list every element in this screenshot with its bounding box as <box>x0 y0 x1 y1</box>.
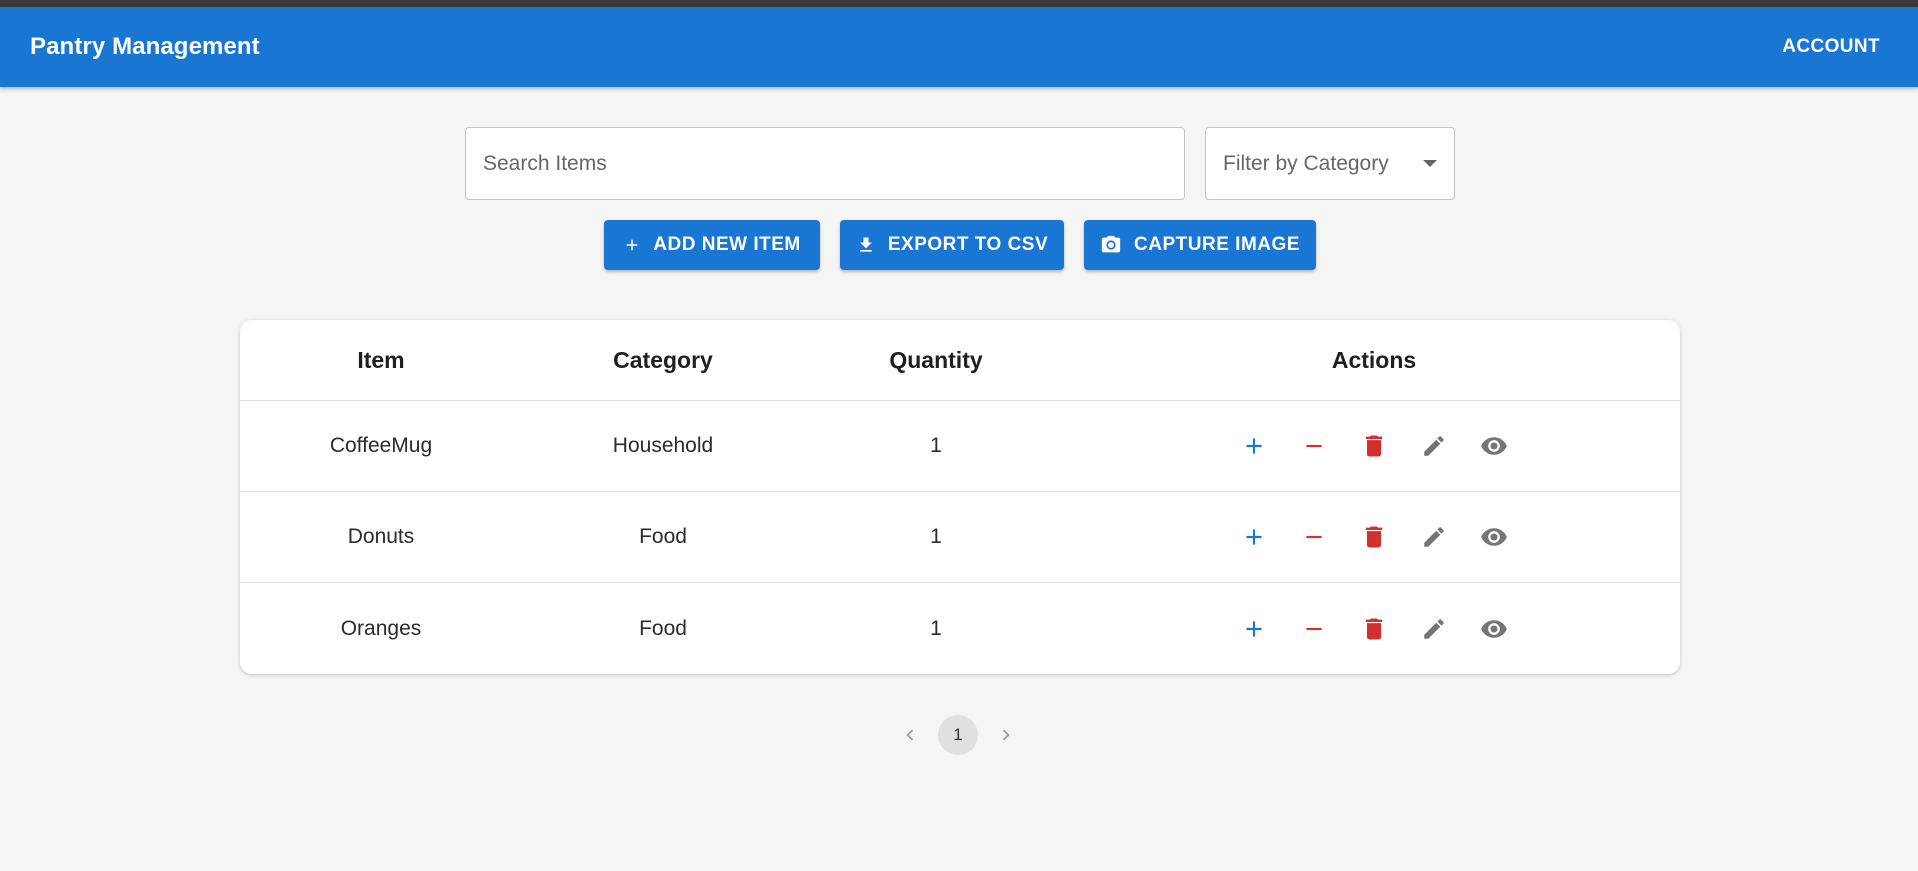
view-item-button[interactable] <box>1476 611 1512 647</box>
delete-icon <box>1365 526 1383 548</box>
delete-icon <box>1365 618 1383 639</box>
app-title: Pantry Management <box>30 33 260 60</box>
plus-icon <box>1246 529 1262 545</box>
export-to-csv-button[interactable]: EXPORT TO CSV <box>840 220 1064 270</box>
column-header-category: Category <box>613 346 713 373</box>
actions-cell <box>1068 583 1680 674</box>
table-row: Donuts Food 1 <box>240 492 1680 583</box>
edit-item-button[interactable] <box>1416 519 1452 555</box>
dropdown-arrow-icon <box>1423 160 1437 167</box>
actions-cell <box>1068 401 1680 491</box>
page-1-button[interactable]: 1 <box>938 715 978 755</box>
plus-icon <box>623 236 641 254</box>
previous-page-button[interactable] <box>890 715 930 755</box>
search-field[interactable] <box>465 127 1185 200</box>
item-name-cell: CoffeeMug <box>329 434 433 457</box>
delete-item-button[interactable] <box>1356 611 1392 647</box>
view-icon <box>1481 619 1507 638</box>
chevron-left-icon <box>906 729 914 741</box>
export-to-csv-label: EXPORT TO CSV <box>887 234 1049 255</box>
view-item-button[interactable] <box>1476 519 1512 555</box>
pantry-items-table: Item Category Quantity Actions CoffeeMug… <box>240 320 1680 674</box>
category-filter-select[interactable]: Filter by Category <box>1205 127 1455 200</box>
download-icon <box>856 235 876 255</box>
add-new-item-button[interactable]: ADD NEW ITEM <box>604 220 820 270</box>
capture-image-button[interactable]: CAPTURE IMAGE <box>1084 220 1316 270</box>
edit-item-button[interactable] <box>1416 611 1452 647</box>
increase-quantity-button[interactable] <box>1236 611 1272 647</box>
add-new-item-label: ADD NEW ITEM <box>653 234 801 255</box>
table-row: Oranges Food 1 <box>240 583 1680 674</box>
increase-quantity-button[interactable] <box>1236 428 1272 464</box>
column-header-actions: Actions <box>1331 346 1417 373</box>
view-icon <box>1481 528 1507 546</box>
edit-icon <box>1424 618 1444 639</box>
decrease-quantity-button[interactable] <box>1296 428 1332 464</box>
actions-cell <box>1068 492 1680 582</box>
category-cell: Household <box>612 434 714 457</box>
view-icon <box>1481 437 1507 455</box>
edit-icon <box>1424 436 1444 456</box>
capture-image-label: CAPTURE IMAGE <box>1134 234 1300 255</box>
chevron-right-icon <box>1002 729 1010 741</box>
quantity-cell: 1 <box>930 525 942 548</box>
item-name-cell: Donuts <box>347 525 415 548</box>
delete-item-button[interactable] <box>1356 519 1392 555</box>
plus-icon <box>1246 438 1262 454</box>
decrease-quantity-button[interactable] <box>1296 611 1332 647</box>
account-button[interactable]: ACCOUNT <box>1782 28 1880 66</box>
increase-quantity-button[interactable] <box>1236 519 1272 555</box>
plus-icon <box>1246 620 1262 637</box>
delete-item-button[interactable] <box>1356 428 1392 464</box>
camera-icon <box>1100 234 1122 256</box>
category-filter-label: Filter by Category <box>1223 151 1389 175</box>
pagination: 1 <box>890 715 1026 755</box>
minus-icon <box>1306 627 1322 630</box>
app-bar: Pantry Management ACCOUNT <box>0 7 1918 87</box>
minus-icon <box>1306 535 1322 539</box>
quantity-cell: 1 <box>930 616 942 640</box>
decrease-quantity-button[interactable] <box>1296 519 1332 555</box>
edit-item-button[interactable] <box>1416 428 1452 464</box>
category-cell: Food <box>639 616 687 640</box>
table-row: CoffeeMug Household 1 <box>240 401 1680 492</box>
search-input[interactable] <box>466 128 1184 199</box>
edit-icon <box>1424 527 1444 547</box>
item-name-cell: Oranges <box>340 616 422 640</box>
quantity-cell: 1 <box>930 434 942 457</box>
next-page-button[interactable] <box>986 715 1026 755</box>
table-header-row: Item Category Quantity Actions <box>240 320 1680 401</box>
delete-icon <box>1365 435 1383 457</box>
view-item-button[interactable] <box>1476 428 1512 464</box>
column-header-item: Item <box>357 346 405 373</box>
column-header-quantity: Quantity <box>889 346 983 373</box>
minus-icon <box>1306 444 1322 448</box>
window-top-strip <box>0 0 1918 7</box>
category-cell: Food <box>639 525 687 548</box>
